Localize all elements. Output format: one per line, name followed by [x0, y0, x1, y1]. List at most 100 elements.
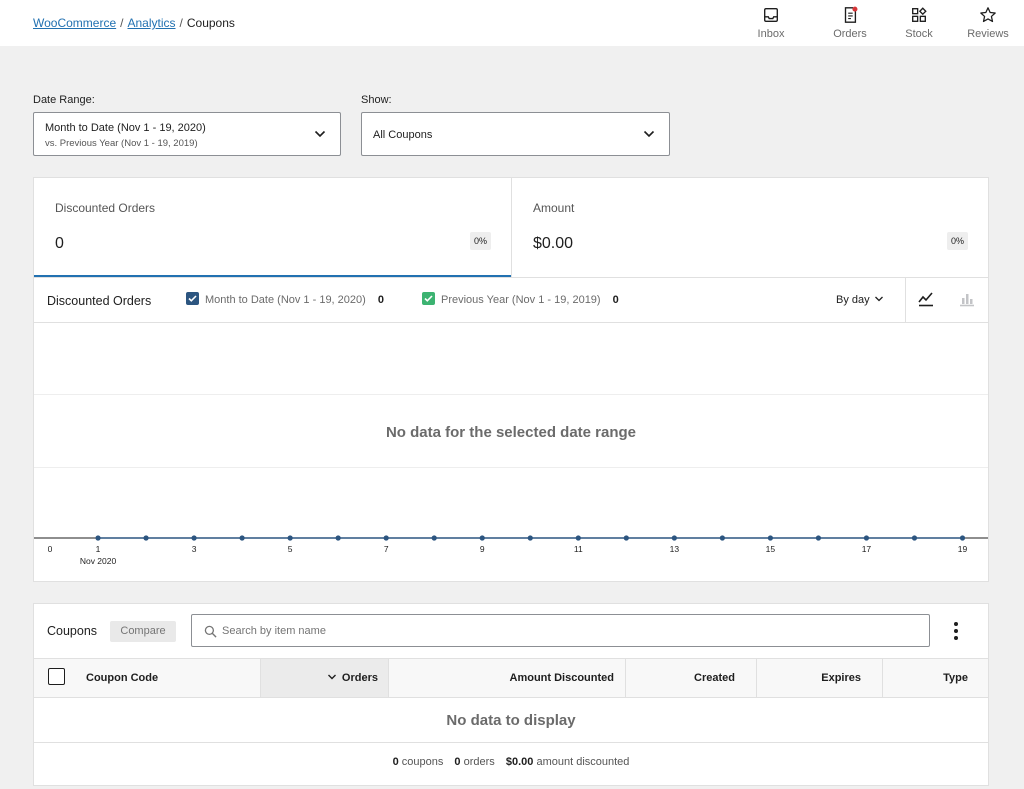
chart-header: Discounted Orders Month to Date (Nov 1 -…	[34, 278, 988, 323]
inbox-label: Inbox	[757, 28, 785, 40]
x-tick-label: 11	[574, 544, 583, 554]
summary-card-value: 0	[55, 235, 64, 252]
search-input[interactable]	[222, 621, 912, 641]
data-point	[671, 535, 677, 541]
summary-coupons: 0 coupons	[393, 756, 444, 768]
delta-badge: 0%	[469, 232, 491, 250]
summary-orders-value: 0	[454, 756, 461, 768]
data-point	[479, 535, 485, 541]
stock-icon	[889, 6, 949, 26]
data-point	[431, 535, 437, 541]
data-point	[383, 535, 389, 541]
breadcrumb-link-woocommerce[interactable]: WooCommerce	[33, 16, 116, 30]
orders-label: Orders	[833, 28, 867, 40]
legend-label: Previous Year (Nov 1 - 19, 2019)	[441, 294, 601, 306]
inbox-icon	[741, 6, 801, 26]
column-header-amount-discounted[interactable]: Amount Discounted	[389, 659, 625, 697]
show-value: All Coupons	[373, 129, 433, 141]
show-label: Show:	[361, 94, 392, 106]
chevron-down-icon	[874, 296, 883, 302]
chart-axis: 0 1 3 5 7 9 11 13 15 17 19Nov 2020	[34, 535, 988, 566]
gridline	[34, 467, 988, 468]
x-tick-label: 13	[670, 544, 680, 554]
sort-chevron-icon	[327, 674, 336, 680]
stock-label: Stock	[905, 28, 933, 40]
summary-numbers: Discounted Orders 0 0% Amount $0.00 0%	[33, 177, 989, 278]
x-month-label: Nov 2020	[80, 556, 117, 566]
data-point	[623, 535, 629, 541]
summary-card-label: Amount	[533, 201, 575, 215]
x-tick-label: 5	[288, 544, 293, 554]
interval-dropdown[interactable]: By day	[836, 294, 884, 306]
x-tick-label: 1	[96, 544, 101, 554]
column-header-expires[interactable]: Expires	[757, 659, 882, 697]
summary-orders-label: orders	[463, 756, 495, 768]
date-range-compare: vs. Previous Year (Nov 1 - 19, 2019)	[45, 138, 198, 149]
select-all-checkbox[interactable]	[48, 668, 65, 685]
line-chart-icon	[918, 292, 933, 307]
reviews-button[interactable]: Reviews	[958, 6, 1018, 40]
search-icon	[204, 625, 217, 638]
column-header-coupon-code[interactable]: Coupon Code	[86, 659, 158, 697]
reviews-label: Reviews	[967, 28, 1009, 40]
table-header: Coupon Code Orders Amount Discounted Cre…	[34, 658, 988, 698]
column-header-orders[interactable]: Orders	[261, 659, 388, 697]
x-tick-label: 9	[480, 544, 485, 554]
bar-chart-toggle[interactable]	[947, 278, 988, 322]
column-header-type[interactable]: Type	[883, 659, 988, 697]
x-tick-label: 19	[958, 544, 968, 554]
inbox-button[interactable]: Inbox	[741, 6, 801, 40]
chart-title: Discounted Orders	[47, 294, 152, 308]
data-point	[719, 535, 725, 541]
column-header-orders-label: Orders	[341, 672, 378, 684]
x-tick-label: 3	[192, 544, 197, 554]
data-point	[767, 535, 773, 541]
x-tick-label: 0	[48, 544, 53, 554]
summary-amount-label: amount discounted	[536, 756, 630, 768]
breadcrumb-separator: /	[120, 16, 124, 30]
bar-chart-icon	[960, 294, 974, 307]
x-tick-label: 17	[862, 544, 872, 554]
date-range-dropdown[interactable]: Month to Date (Nov 1 - 19, 2020) vs. Pre…	[33, 112, 341, 156]
delta-badge: 0%	[946, 232, 968, 250]
legend-item-previous[interactable]: Previous Year (Nov 1 - 19, 2019) 0	[422, 292, 619, 306]
breadcrumb: WooCommerce / Analytics / Coupons	[33, 16, 235, 30]
summary-card-value: $0.00	[533, 235, 574, 252]
summary-amount-value: $0.00	[505, 756, 534, 768]
legend-item-current[interactable]: Month to Date (Nov 1 - 19, 2020) 0	[186, 292, 384, 306]
gridline	[34, 394, 988, 395]
orders-button[interactable]: Orders	[820, 6, 880, 40]
legend-value: 0	[377, 294, 384, 306]
breadcrumb-current: Coupons	[186, 16, 235, 30]
summary-card-discounted-orders[interactable]: Discounted Orders 0 0%	[34, 178, 511, 278]
search-box[interactable]	[191, 614, 930, 647]
data-point	[335, 535, 341, 541]
top-header: WooCommerce / Analytics / Coupons Inbox Orde…	[0, 0, 1024, 46]
more-options-icon[interactable]	[946, 620, 966, 642]
compare-button[interactable]: Compare	[110, 621, 176, 642]
data-point	[95, 535, 101, 541]
breadcrumb-separator: /	[179, 16, 183, 30]
line-chart-toggle[interactable]	[905, 278, 946, 322]
coupons-table-card: Coupons Compare Coupon Code Orders Amoun…	[33, 603, 989, 786]
empty-table-message: No data to display	[34, 699, 988, 743]
summary-card-amount[interactable]: Amount $0.00 0%	[511, 178, 988, 278]
chevron-down-icon	[643, 130, 655, 138]
date-range-value: Month to Date (Nov 1 - 19, 2020)	[45, 122, 206, 134]
show-dropdown[interactable]: All Coupons	[361, 112, 670, 156]
stock-button[interactable]: Stock	[889, 6, 949, 40]
chart-panel: Discounted Orders Month to Date (Nov 1 -…	[33, 277, 989, 582]
summary-amount: $0.00 amount discounted	[506, 756, 630, 768]
data-point	[239, 535, 245, 541]
legend-checkbox[interactable]	[422, 292, 435, 305]
table-title: Coupons	[47, 624, 98, 638]
data-point	[287, 535, 293, 541]
interval-label: By day	[836, 294, 870, 306]
data-point	[959, 535, 966, 541]
column-header-created[interactable]: Created	[626, 659, 756, 697]
breadcrumb-link-analytics[interactable]: Analytics	[127, 16, 175, 30]
table-summary: 0 coupons 0 orders $0.00 amount discount…	[34, 756, 988, 768]
data-point	[575, 535, 581, 541]
legend-checkbox[interactable]	[186, 292, 199, 305]
summary-card-label: Discounted Orders	[55, 201, 156, 215]
